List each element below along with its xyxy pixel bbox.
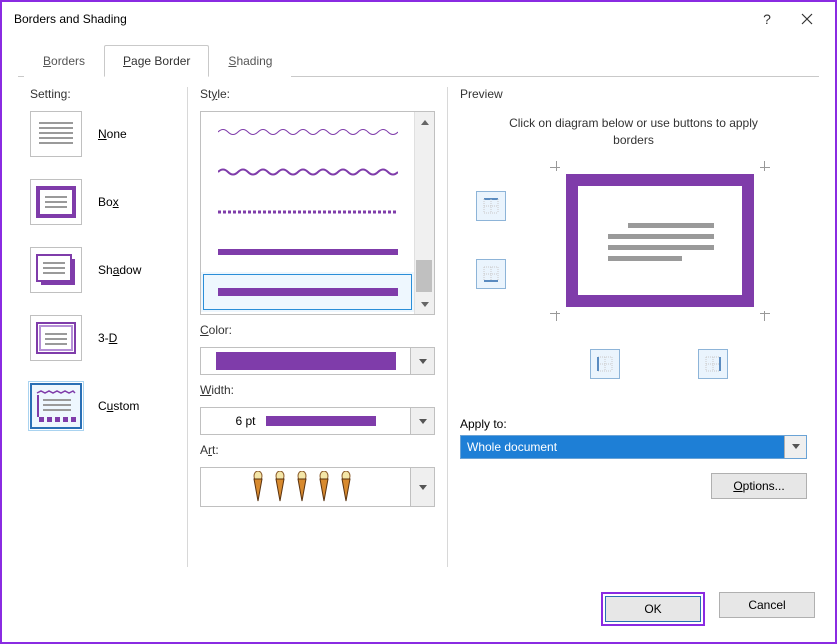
apply-to-value: Whole document	[461, 436, 784, 458]
art-value	[201, 468, 410, 506]
chevron-down-icon	[419, 359, 427, 364]
apply-to-combo[interactable]: Whole document	[460, 435, 807, 459]
panel: Setting: None Box	[18, 77, 819, 567]
width-combo[interactable]: 6 pt	[200, 407, 435, 435]
apply-to-field: Apply to: Whole document	[460, 417, 807, 459]
setting-none[interactable]: None	[30, 111, 175, 157]
style-list[interactable]	[200, 111, 435, 315]
setting-column: Setting: None Box	[18, 87, 188, 567]
setting-shadow-label: Shadow	[98, 263, 141, 277]
scroll-down-icon[interactable]	[415, 294, 434, 314]
setting-shadow-thumb	[30, 247, 82, 293]
style-option-thick[interactable]	[201, 232, 414, 272]
border-left-button[interactable]	[590, 349, 620, 379]
border-bottom-button[interactable]	[476, 259, 506, 289]
dialog-title: Borders and Shading	[14, 12, 747, 26]
color-label: Color:	[200, 323, 435, 337]
page-preview[interactable]	[560, 168, 760, 313]
tick	[550, 313, 560, 314]
tick	[556, 161, 557, 171]
color-combo[interactable]	[200, 347, 435, 375]
preview-heading: Preview	[460, 87, 807, 101]
art-label: Art:	[200, 443, 435, 457]
dialog-body: Borders Page Border Shading Setting: Non…	[4, 38, 833, 640]
style-option-zigzag-bold[interactable]	[201, 152, 414, 192]
titlebar: Borders and Shading ?	[2, 2, 835, 36]
tab-strip: Borders Page Border Shading	[18, 44, 819, 77]
setting-custom-label: Custom	[98, 399, 139, 413]
scroll-up-icon[interactable]	[415, 112, 434, 132]
apply-to-dropdown-button[interactable]	[784, 436, 806, 458]
width-label: Width:	[200, 383, 435, 397]
apply-to-label: Apply to:	[460, 417, 807, 431]
help-button[interactable]: ?	[747, 5, 787, 33]
setting-none-thumb	[30, 111, 82, 157]
setting-none-label: None	[98, 127, 127, 141]
setting-shadow[interactable]: Shadow	[30, 247, 175, 293]
dialog-footer: OK Cancel	[601, 592, 815, 626]
chevron-down-icon	[419, 419, 427, 424]
width-dropdown-button[interactable]	[410, 408, 434, 434]
cancel-button[interactable]: Cancel	[719, 592, 815, 618]
border-top-button[interactable]	[476, 191, 506, 221]
ok-highlight: OK	[601, 592, 705, 626]
style-option-zigzag-thin[interactable]	[201, 112, 414, 152]
preview-area	[460, 163, 807, 383]
ok-button[interactable]: OK	[605, 596, 701, 622]
tick	[760, 313, 770, 314]
page-preview-lines	[608, 223, 714, 267]
tick	[764, 161, 765, 171]
setting-3d-label: 3-D	[98, 331, 117, 345]
setting-heading: Setting:	[30, 87, 175, 101]
border-right-button[interactable]	[698, 349, 728, 379]
options-button[interactable]: Options...	[711, 473, 807, 499]
tick	[550, 167, 560, 168]
color-field: Color:	[200, 323, 435, 375]
style-option-dashed[interactable]	[201, 192, 414, 232]
setting-box[interactable]: Box	[30, 179, 175, 225]
color-swatch	[216, 352, 396, 370]
tab-page-border[interactable]: Page Border	[104, 45, 209, 77]
style-scrollbar[interactable]	[414, 112, 434, 314]
tab-borders[interactable]: Borders	[24, 45, 104, 77]
color-dropdown-button[interactable]	[410, 348, 434, 374]
preview-column: Preview Click on diagram below or use bu…	[448, 87, 819, 567]
preview-hint: Click on diagram below or use buttons to…	[460, 111, 807, 159]
art-combo[interactable]	[200, 467, 435, 507]
art-dropdown-button[interactable]	[410, 468, 434, 506]
scroll-thumb[interactable]	[416, 260, 432, 292]
style-column: Style: Color:	[188, 87, 448, 567]
borders-and-shading-dialog: Borders and Shading ? Borders Page Borde…	[0, 0, 837, 644]
setting-3d-thumb	[30, 315, 82, 361]
style-heading: Style:	[200, 87, 435, 101]
setting-custom[interactable]: Custom	[30, 383, 175, 429]
chevron-down-icon	[419, 485, 427, 490]
width-swatch	[266, 416, 376, 426]
tab-shading[interactable]: Shading	[209, 45, 291, 77]
setting-box-label: Box	[98, 195, 119, 209]
setting-3d[interactable]: 3-D	[30, 315, 175, 361]
chevron-down-icon	[792, 444, 800, 449]
setting-box-thumb	[30, 179, 82, 225]
art-field: Art:	[200, 443, 435, 507]
setting-custom-thumb	[30, 383, 82, 429]
width-field: Width: 6 pt	[200, 383, 435, 435]
width-value: 6 pt	[235, 414, 255, 428]
close-button[interactable]	[787, 5, 827, 33]
tick	[760, 167, 770, 168]
style-option-thicker[interactable]	[201, 272, 414, 312]
